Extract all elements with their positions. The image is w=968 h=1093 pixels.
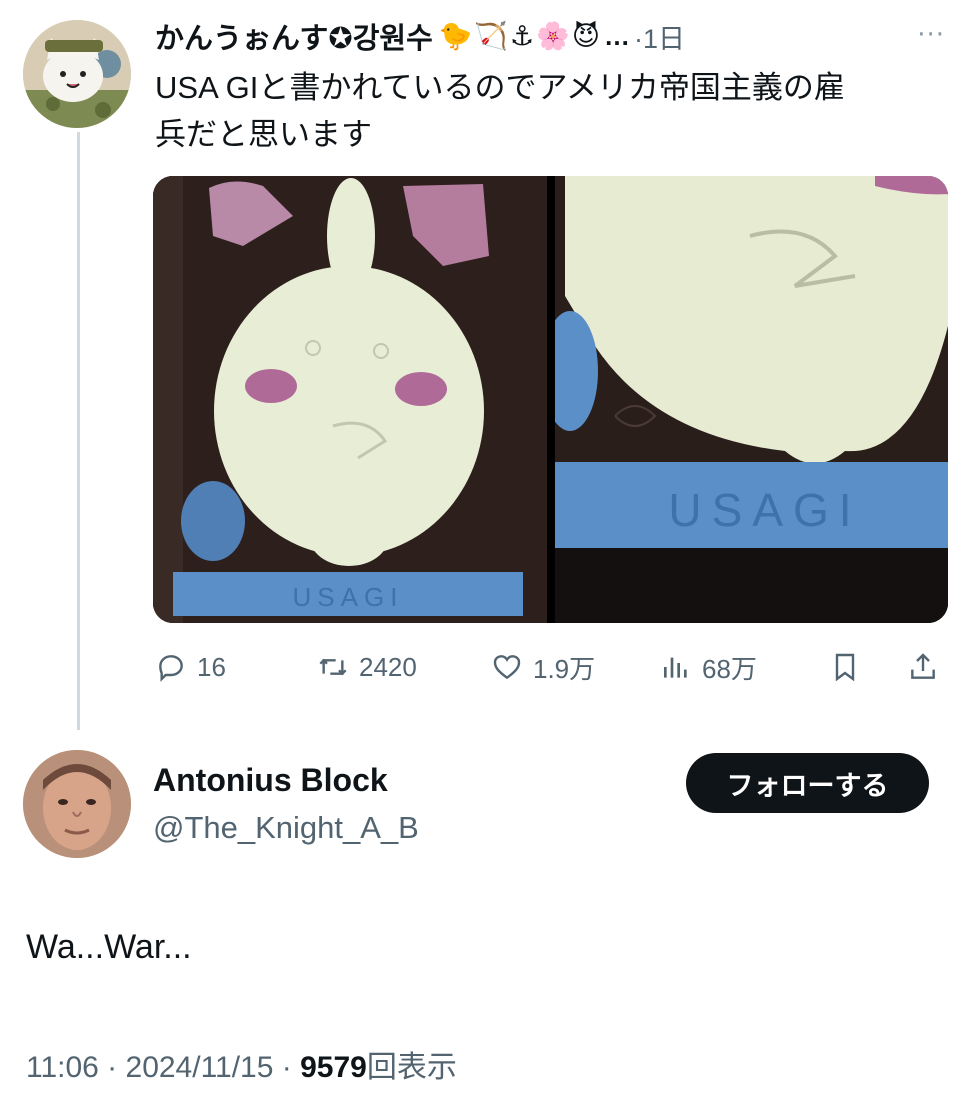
bookmark-icon [835,653,855,682]
reply-icon [159,655,183,682]
display-name[interactable]: かんうぉんす✪강원수 [155,15,433,57]
timestamp[interactable]: 11:06 · 2024/11/15 · [26,1051,300,1084]
reply-button[interactable]: 16 [155,642,226,692]
tweet-text: USA GIと書かれているのでアメリカ帝国主義の雇 兵だと思います [155,64,945,158]
reply-display-name[interactable]: Antonius Block [153,762,388,799]
retweet-button[interactable]: 2420 [317,642,417,692]
more-icon[interactable]: ··· [917,20,945,50]
views-count: 68万 [702,653,757,684]
tweet-meta: 11:06 · 2024/11/15 · 9579回表示 [26,1042,457,1086]
reply-handle[interactable]: @The_Knight_A_B [153,810,419,846]
reply-count: 16 [197,651,226,682]
views-label: 回表示 [366,1051,457,1084]
bookmark-button[interactable] [829,642,861,692]
avatar[interactable] [23,750,131,858]
views-number: 9579 [300,1051,367,1084]
share-button[interactable] [907,642,939,692]
thread-connector-line [77,132,80,730]
tweet-header: かんうぉんす✪강원수 🐤🏹⚓🌸😈 … ·1日 ··· [155,14,945,58]
usagi-embossed-text: USAGI [668,484,861,536]
like-button[interactable]: 1.9万 [491,642,595,692]
tweet-text-line: 兵だと思います [155,117,372,152]
tweet-time[interactable]: ·1日 [634,17,685,56]
like-count: 1.9万 [533,653,596,684]
name-ellipsis: … [603,20,630,51]
media-image-left[interactable]: USAGI [153,176,547,623]
tweet-text-line: USA GIと書かれているのでアメリカ帝国主義の雇 [155,70,845,105]
tweet-actions: 16 2420 1.9万 68万 [155,642,945,692]
views-icon [664,657,687,678]
name-emojis: 🐤🏹⚓🌸😈 [438,21,602,52]
share-icon [911,653,935,679]
chocolate-rabbit-image: USAGI [153,176,547,623]
retweet-icon [319,658,347,676]
person-avatar-image [23,750,131,858]
tweet-media: USAGI USAGI [153,176,948,623]
views-button[interactable]: 68万 [660,642,757,692]
follow-button[interactable]: フォローする [686,753,929,813]
reply-text: Wa...War... [26,928,192,966]
media-image-right[interactable]: USAGI [555,176,948,623]
avatar[interactable] [23,20,131,128]
retweet-count: 2420 [359,651,417,682]
cat-avatar-image [23,20,131,128]
usagi-embossed-text: USAGI [293,582,404,612]
chocolate-closeup-image: USAGI [555,176,948,623]
like-icon [493,655,521,680]
